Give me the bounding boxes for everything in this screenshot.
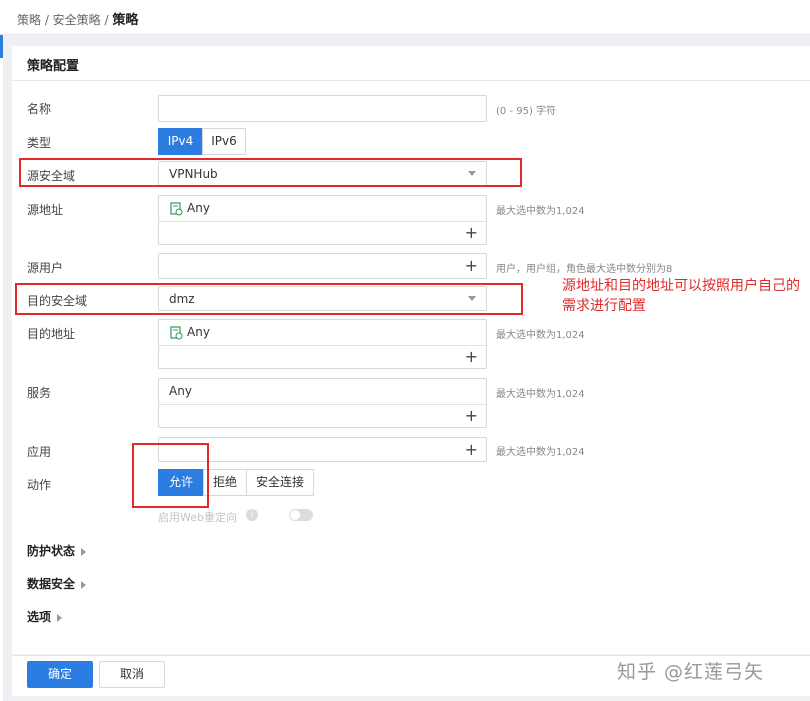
- address-object-icon: [170, 202, 183, 216]
- src-addr-label: 源地址: [27, 203, 64, 217]
- expand-arrow-icon: [57, 613, 63, 622]
- toggle-knob: [290, 510, 300, 520]
- dst-addr-box[interactable]: Any +: [158, 319, 487, 369]
- name-input[interactable]: [158, 95, 487, 122]
- section-label: 数据安全: [27, 577, 76, 591]
- service-box[interactable]: Any +: [158, 378, 487, 428]
- breadcrumb-path[interactable]: 策略 / 安全策略 /: [17, 13, 112, 27]
- section-protection-status[interactable]: 防护状态: [27, 542, 87, 559]
- highlight-action: [132, 443, 209, 508]
- section-options[interactable]: 选项: [27, 608, 63, 625]
- src-user-label: 源用户: [27, 261, 64, 275]
- src-addr-value[interactable]: Any: [187, 201, 210, 215]
- dst-addr-value[interactable]: Any: [187, 325, 210, 339]
- watermark: 知乎 @红莲弓矢: [617, 661, 765, 683]
- service-label: 服务: [27, 386, 52, 400]
- action-deny-button[interactable]: 拒绝: [203, 469, 247, 496]
- card-title: 策略配置: [27, 59, 80, 74]
- highlight-dst-zone: [15, 283, 523, 315]
- left-nav-strip: [0, 0, 3, 701]
- src-user-box[interactable]: +: [158, 253, 487, 279]
- src-addr-hint: 最大选中数为1,024: [496, 206, 585, 217]
- breadcrumb: 策略 / 安全策略 / 策略: [17, 9, 138, 28]
- add-service-icon[interactable]: +: [465, 408, 478, 424]
- add-app-icon[interactable]: +: [465, 442, 478, 458]
- row-divider: [159, 221, 486, 222]
- service-value[interactable]: Any: [169, 384, 192, 398]
- breadcrumb-current: 策略: [112, 13, 139, 28]
- src-user-hint: 用户，用户组，角色最大选中数分别为8: [496, 264, 673, 275]
- card-divider: [12, 80, 810, 81]
- dst-addr-hint: 最大选中数为1,024: [496, 330, 585, 341]
- action-label: 动作: [27, 478, 52, 492]
- annotation-text: 源地址和目的地址可以按照用户自己的需求进行配置: [562, 278, 800, 314]
- section-label: 选项: [27, 610, 52, 624]
- dst-addr-label: 目的地址: [27, 327, 76, 341]
- add-src-addr-icon[interactable]: +: [465, 225, 478, 241]
- action-secure-connect-button[interactable]: 安全连接: [246, 469, 314, 496]
- address-object-icon: [170, 326, 183, 340]
- row-divider: [159, 404, 486, 405]
- src-addr-box[interactable]: Any +: [158, 195, 487, 245]
- name-label: 名称: [27, 102, 52, 116]
- name-hint: (0 - 95) 字符: [496, 106, 557, 117]
- web-redirect-label: 启用Web重定向: [158, 511, 237, 524]
- expand-arrow-icon: [81, 580, 87, 589]
- cancel-button[interactable]: 取消: [99, 661, 165, 688]
- add-src-user-icon[interactable]: +: [465, 258, 478, 274]
- app-label: 应用: [27, 445, 52, 459]
- ok-button[interactable]: 确定: [27, 661, 93, 688]
- nav-active-marker: [0, 32, 3, 58]
- type-ipv4-button[interactable]: IPv4: [158, 128, 203, 155]
- expand-arrow-icon: [81, 547, 87, 556]
- section-data-security[interactable]: 数据安全: [27, 575, 87, 592]
- app-hint: 最大选中数为1,024: [496, 447, 585, 458]
- row-divider: [159, 345, 486, 346]
- highlight-src-zone: [19, 158, 522, 187]
- section-label: 防护状态: [27, 544, 76, 558]
- info-icon: i: [246, 509, 258, 521]
- web-redirect-toggle[interactable]: [289, 509, 313, 521]
- type-label: 类型: [27, 136, 52, 150]
- type-ipv6-button[interactable]: IPv6: [202, 128, 246, 155]
- add-dst-addr-icon[interactable]: +: [465, 349, 478, 365]
- service-hint: 最大选中数为1,024: [496, 389, 585, 400]
